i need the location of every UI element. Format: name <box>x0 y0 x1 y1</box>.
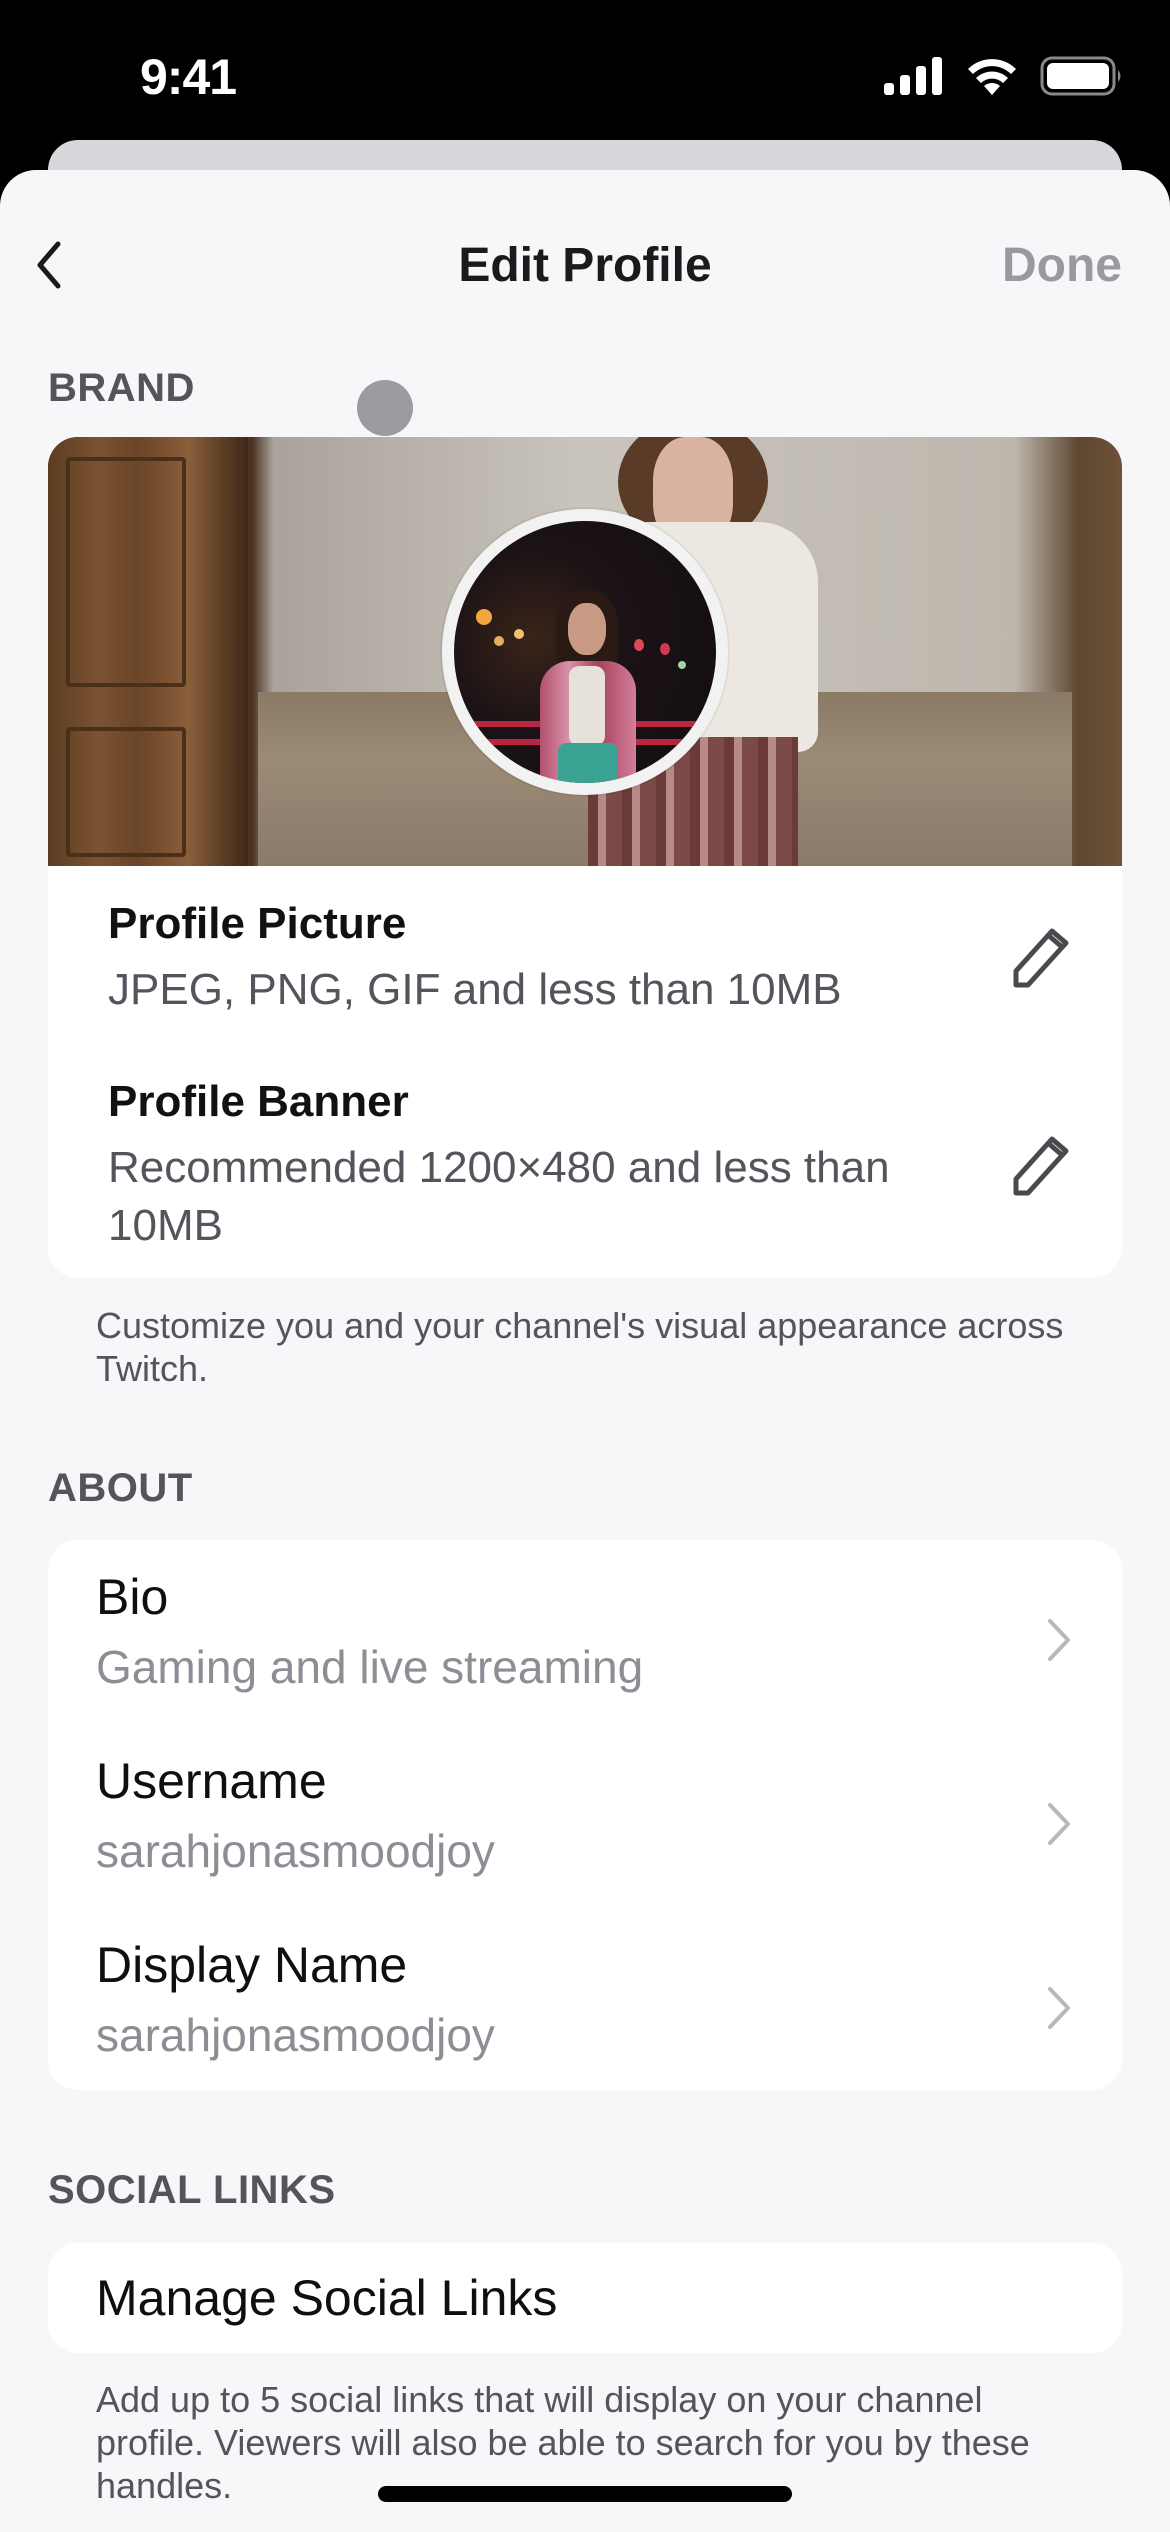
pencil-icon <box>1013 1136 1069 1196</box>
bio-label: Bio <box>96 1569 169 1625</box>
cellular-signal-icon <box>884 57 942 95</box>
username-value: sarahjonasmoodjoy <box>96 1825 495 1877</box>
avatar-person-top <box>569 666 605 746</box>
chevron-right-icon <box>1048 1987 1070 2029</box>
bokeh-light <box>660 643 670 655</box>
edit-profile-banner-button[interactable] <box>1004 1131 1074 1201</box>
battery-icon <box>1040 56 1121 96</box>
avatar-person-face <box>568 603 606 655</box>
chevron-right-icon <box>1048 1803 1070 1845</box>
bokeh-light <box>476 609 492 625</box>
section-label-about: ABOUT <box>48 1466 193 1510</box>
profile-picture-avatar[interactable] <box>442 509 728 795</box>
username-label: Username <box>96 1753 327 1809</box>
manage-social-links-button[interactable]: Manage Social Links <box>48 2243 1122 2353</box>
pencil-icon <box>1013 928 1069 988</box>
page-title: Edit Profile <box>458 239 712 292</box>
section-label-brand: BRAND <box>48 366 195 410</box>
navigation-bar: Edit Profile Done <box>0 220 1170 310</box>
section-label-social-links: SOCIAL LINKS <box>48 2168 336 2212</box>
profile-banner-row[interactable]: Profile Banner Recommended 1200×480 and … <box>108 1077 1122 1255</box>
touch-indicator <box>357 380 413 436</box>
door-panel <box>66 457 186 687</box>
display-name-value: sarahjonasmoodjoy <box>96 2009 495 2061</box>
about-row-display-name[interactable]: Display Name sarahjonasmoodjoy <box>48 1908 1122 2090</box>
avatar-person-pants <box>558 743 618 783</box>
about-row-username[interactable]: Username sarahjonasmoodjoy <box>48 1724 1122 1908</box>
status-time: 9:41 <box>140 49 237 105</box>
brand-footnote: Customize you and your channel's visual … <box>96 1305 1064 1389</box>
bokeh-light <box>514 629 524 639</box>
edit-profile-sheet: Edit Profile Done BRAND Profile Picture … <box>0 170 1170 2532</box>
edit-profile-picture-button[interactable] <box>1004 923 1074 993</box>
status-bar: 9:41 <box>0 0 1170 140</box>
profile-picture-title: Profile Picture <box>108 899 407 948</box>
chevron-right-icon <box>1048 1619 1070 1661</box>
about-row-bio[interactable]: Bio Gaming and live streaming <box>48 1540 1122 1724</box>
avatar-image <box>454 521 716 783</box>
profile-picture-subtitle: JPEG, PNG, GIF and less than 10MB <box>108 965 842 1014</box>
about-card: Bio Gaming and live streaming Username s… <box>48 1540 1122 2090</box>
wifi-icon <box>968 59 1016 95</box>
profile-banner-subtitle: Recommended 1200×480 and less than 10MB <box>108 1143 890 1250</box>
profile-banner-image[interactable] <box>48 437 1122 866</box>
bokeh-light <box>494 636 504 646</box>
bokeh-light <box>634 639 644 651</box>
profile-banner-title: Profile Banner <box>108 1077 409 1126</box>
home-indicator[interactable] <box>378 2486 792 2502</box>
bio-value: Gaming and live streaming <box>96 1641 644 1693</box>
bokeh-light <box>678 661 686 669</box>
manage-social-links-label: Manage Social Links <box>96 2270 558 2326</box>
door-panel <box>66 727 186 857</box>
brand-card: Profile Picture JPEG, PNG, GIF and less … <box>48 437 1122 1278</box>
profile-picture-row[interactable]: Profile Picture JPEG, PNG, GIF and less … <box>108 899 1122 1019</box>
done-button[interactable]: Done <box>1002 238 1122 293</box>
status-icons <box>884 56 1124 96</box>
display-name-label: Display Name <box>96 1937 408 1993</box>
banner-door <box>48 437 248 866</box>
